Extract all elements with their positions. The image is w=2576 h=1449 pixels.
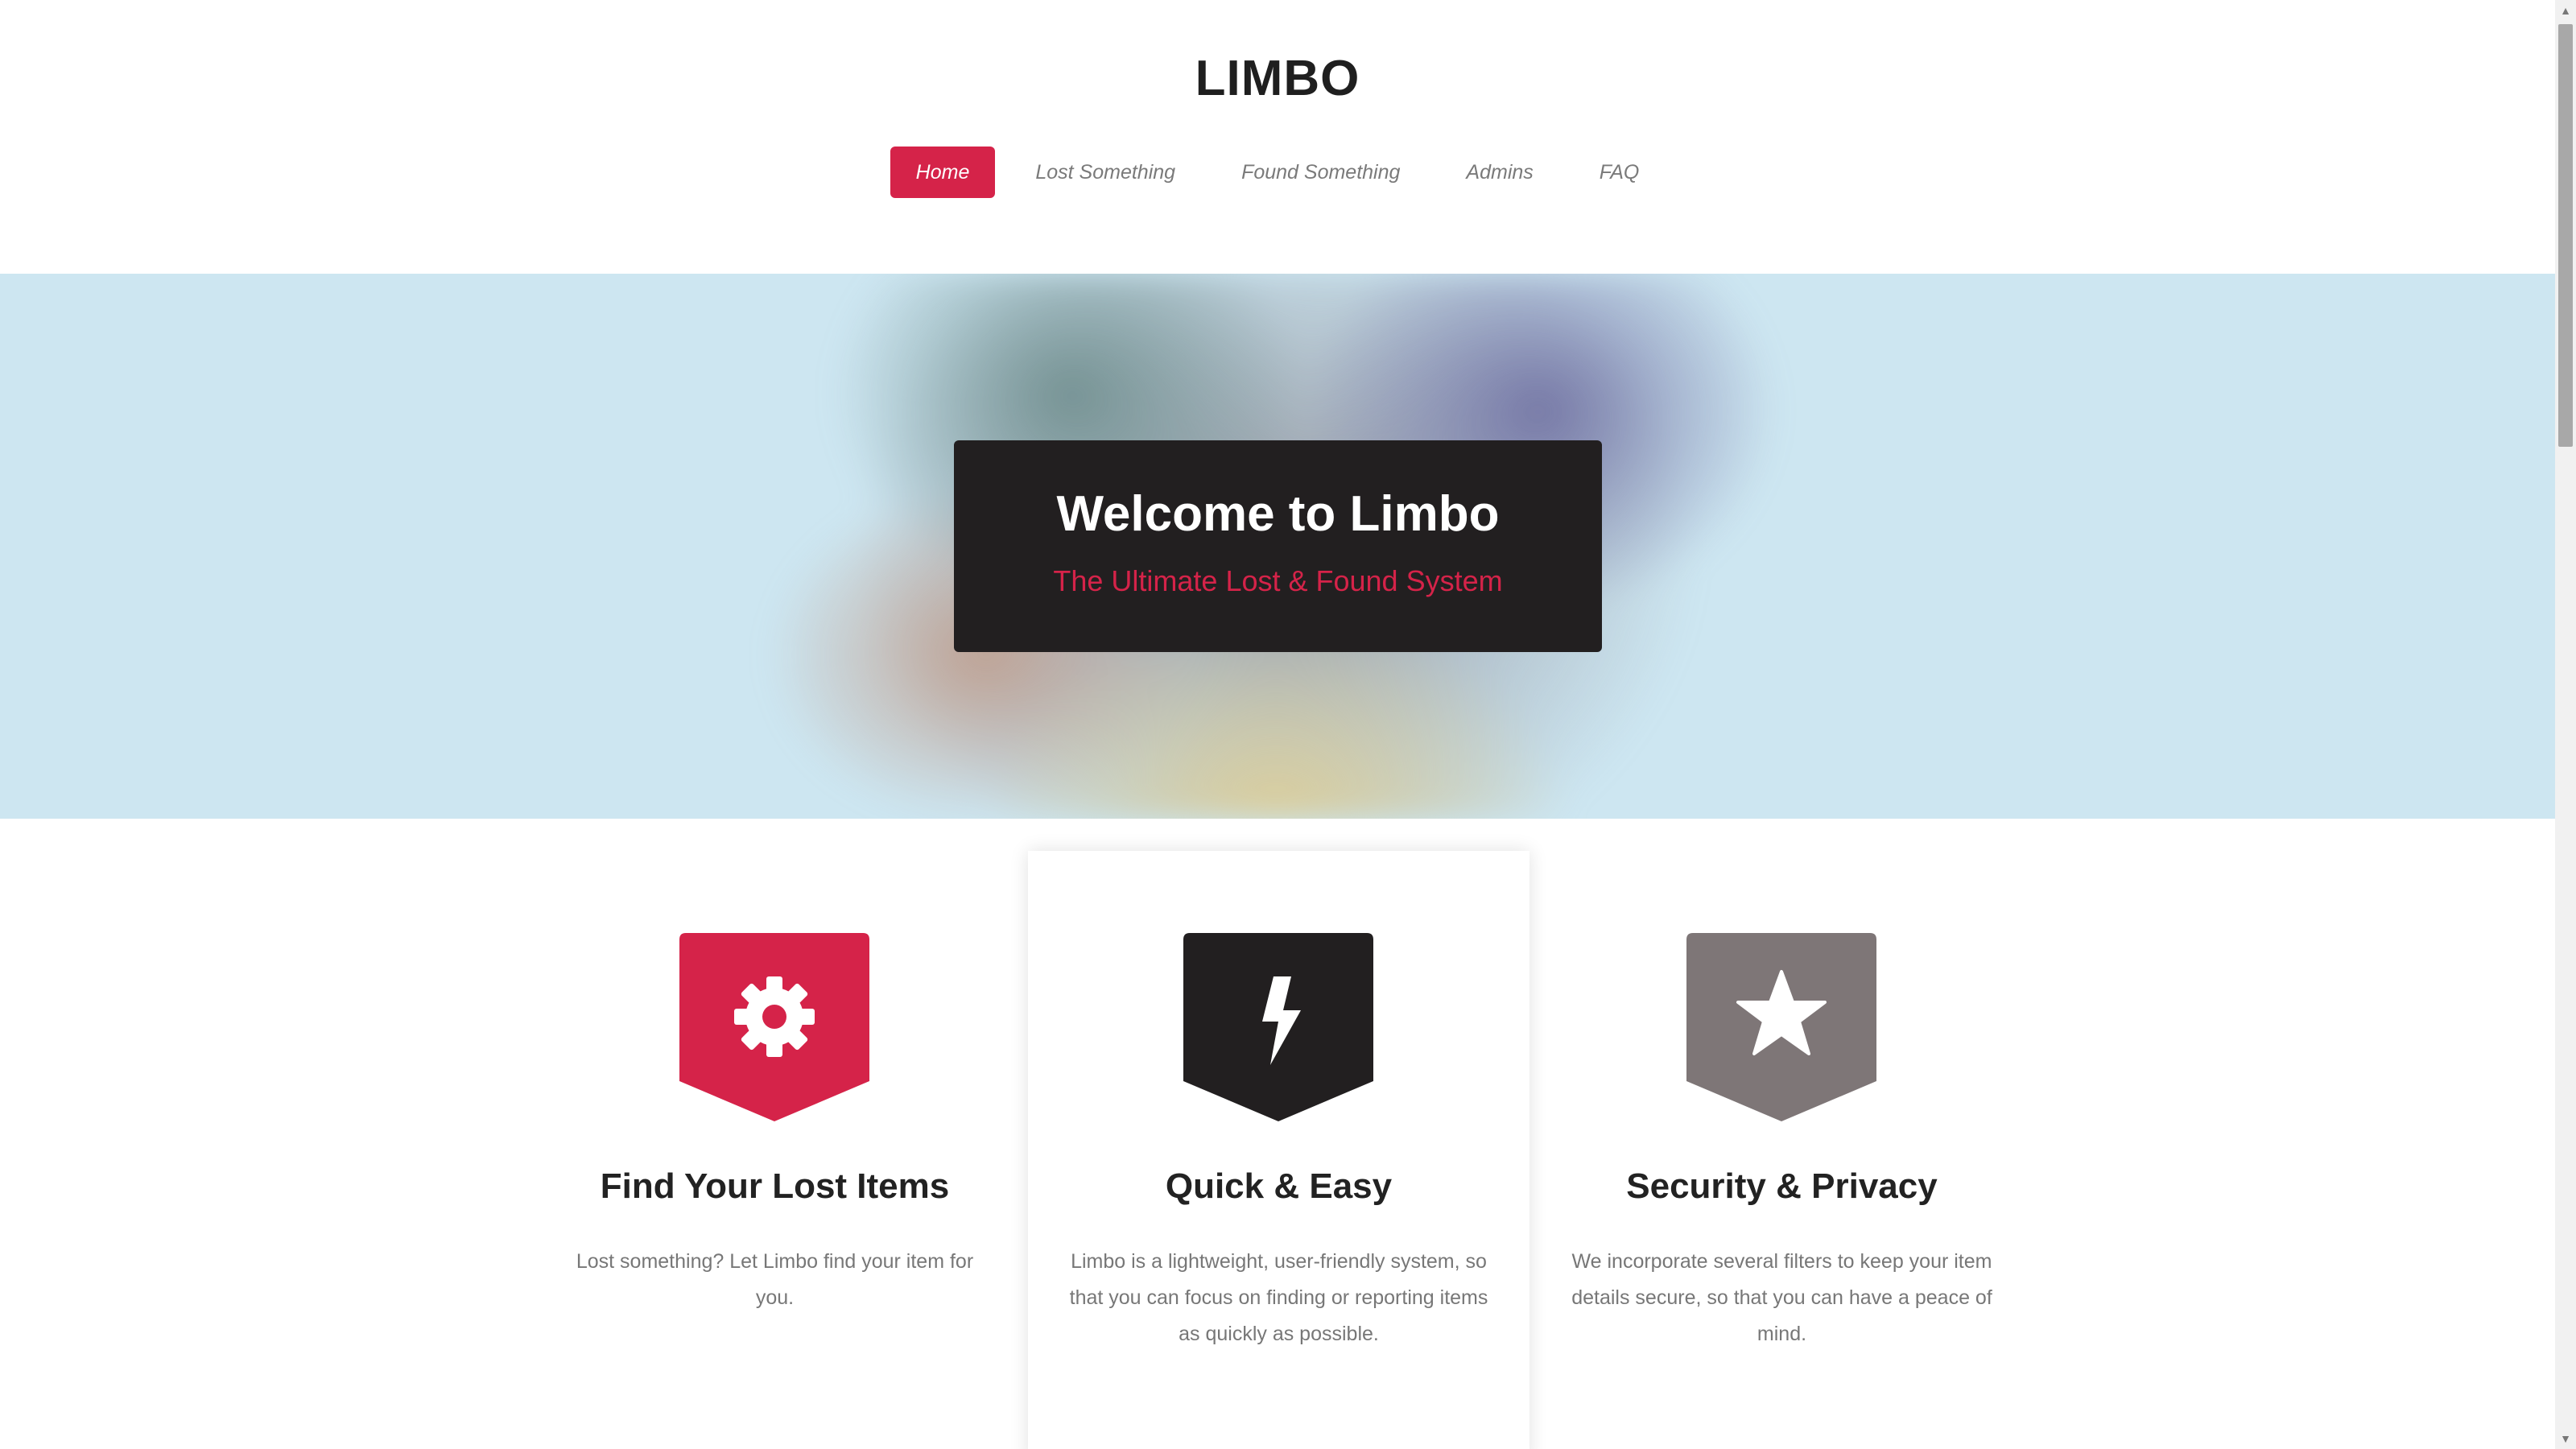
nav-admins[interactable]: Admins xyxy=(1440,147,1558,198)
browser-viewport: LIMBO Home Lost Something Found Somethin… xyxy=(0,0,2555,1449)
feature-text: Limbo is a lightweight, user-friendly sy… xyxy=(1069,1250,1488,1345)
scroll-up-arrow-icon[interactable]: ▲ xyxy=(2555,0,2576,21)
badge-gray xyxy=(1686,933,1876,1121)
feature-title: Find Your Lost Items xyxy=(600,1166,950,1206)
feature-title: Quick & Easy xyxy=(1165,1166,1393,1206)
vertical-scrollbar[interactable]: ▲ ▼ xyxy=(2555,0,2576,1449)
site-header: LIMBO Home Lost Something Found Somethin… xyxy=(0,0,2555,274)
feature-security-privacy: Security & Privacy We incorporate severa… xyxy=(1530,819,2033,1449)
feature-text: Lost something? Let Limbo find your item… xyxy=(576,1250,974,1309)
hero-banner: Welcome to Limbo The Ultimate Lost & Fou… xyxy=(0,274,2555,819)
scroll-down-arrow-icon[interactable]: ▼ xyxy=(2555,1428,2576,1449)
site-title[interactable]: LIMBO xyxy=(0,50,2555,107)
nav-faq[interactable]: FAQ xyxy=(1574,147,1666,198)
nav-home[interactable]: Home xyxy=(890,147,996,198)
badge-red xyxy=(679,933,869,1121)
gear-icon xyxy=(734,976,815,1057)
page: LIMBO Home Lost Something Found Somethin… xyxy=(0,0,2576,1449)
nav-found-something[interactable]: Found Something xyxy=(1216,147,1426,198)
feature-title: Security & Privacy xyxy=(1626,1166,1938,1206)
feature-text: We incorporate several filters to keep y… xyxy=(1571,1250,1992,1345)
hero-title: Welcome to Limbo xyxy=(1056,486,1500,542)
hero-subtitle: The Ultimate Lost & Found System xyxy=(1053,564,1503,597)
features-section: Find Your Lost Items Lost something? Let… xyxy=(0,819,2555,1449)
scrollbar-thumb[interactable] xyxy=(2558,24,2573,447)
hero-box: Welcome to Limbo The Ultimate Lost & Fou… xyxy=(954,440,1602,652)
feature-find-lost-items: Find Your Lost Items Lost something? Let… xyxy=(523,819,1026,1449)
nav-lost-something[interactable]: Lost Something xyxy=(1009,147,1201,198)
feature-quick-easy: Quick & Easy Limbo is a lightweight, use… xyxy=(1027,819,1530,1449)
badge-dark xyxy=(1183,933,1373,1121)
main-nav: Home Lost Something Found Something Admi… xyxy=(0,147,2555,198)
